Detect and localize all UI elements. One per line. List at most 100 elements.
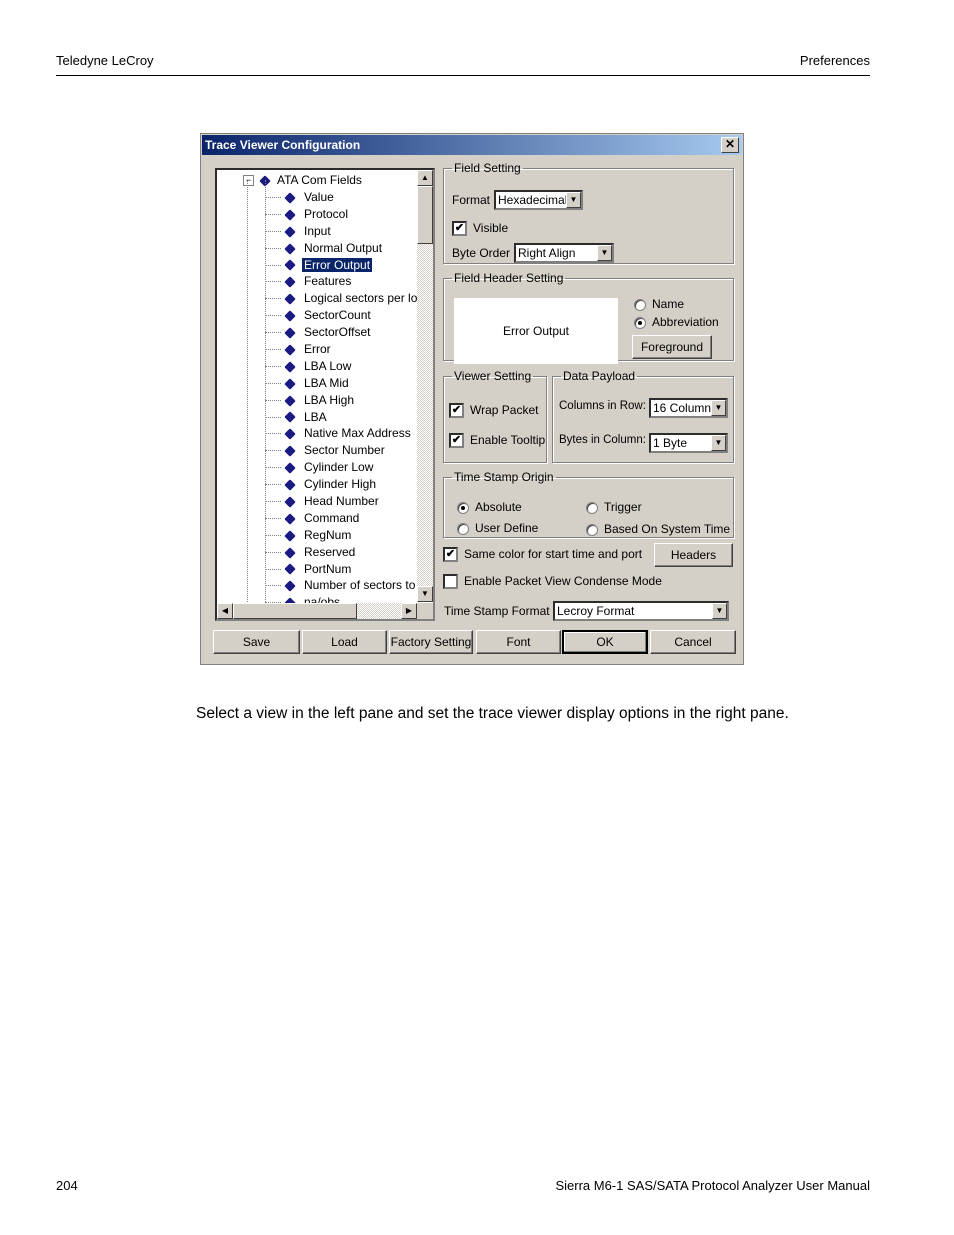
horizontal-scrollbar[interactable]: ◀ ▶ xyxy=(217,603,417,619)
factory-setting-button[interactable]: Factory Setting xyxy=(389,630,473,654)
byte-order-select[interactable]: Right Align ▼ xyxy=(514,243,614,263)
user-define-radio[interactable]: User Define xyxy=(457,521,538,535)
time-stamp-origin-group: Time Stamp Origin Absolute Trigger User … xyxy=(443,470,734,538)
wrap-packet-checkbox[interactable]: ✔ Wrap Packet xyxy=(449,403,545,419)
cancel-button[interactable]: Cancel xyxy=(650,630,736,654)
tree-item[interactable]: Logical sectors per logi xyxy=(265,290,429,307)
bytes-in-column-select[interactable]: 1 Byte ▼ xyxy=(649,433,728,453)
based-on-system-time-radio[interactable]: Based On System Time xyxy=(586,522,730,536)
font-button[interactable]: Font xyxy=(476,630,561,654)
tree-item[interactable]: Command xyxy=(265,510,429,527)
tree-item[interactable]: LBA xyxy=(265,409,429,426)
close-icon[interactable]: ✕ xyxy=(721,137,739,153)
same-color-label: Same color for start time and port xyxy=(464,547,643,561)
enable-tooltips-check-icon[interactable]: ✔ xyxy=(449,433,464,449)
manual-title: Sierra M6-1 SAS/SATA Protocol Analyzer U… xyxy=(555,1178,870,1193)
vertical-scrollbar[interactable]: ▲ ▼ xyxy=(417,170,433,602)
field-header-preview: Error Output xyxy=(454,298,618,364)
tree-item-label: Error xyxy=(304,342,331,357)
tree-item[interactable]: RegNum xyxy=(265,527,429,544)
collapse-icon[interactable]: − xyxy=(243,175,254,187)
radio-icon[interactable] xyxy=(586,523,598,536)
tree-item-label: LBA High xyxy=(304,392,355,407)
tree-item[interactable]: SectorCount xyxy=(265,307,429,324)
tree-root[interactable]: − ATA Com Fields xyxy=(243,172,362,189)
tree-item[interactable]: Value xyxy=(265,189,429,206)
chevron-down-icon[interactable]: ▼ xyxy=(597,245,612,261)
tree-item[interactable]: Normal Output xyxy=(265,240,429,257)
tree-item[interactable]: Cylinder High xyxy=(265,476,429,493)
radio-selected-icon[interactable] xyxy=(457,501,469,514)
tree-item[interactable]: Input xyxy=(265,223,429,240)
field-icon xyxy=(284,496,296,508)
chevron-down-icon[interactable]: ▼ xyxy=(566,192,581,208)
tree-item[interactable]: LBA High xyxy=(265,392,429,409)
tree-root-label: ATA Com Fields xyxy=(277,173,362,187)
foreground-button[interactable]: Foreground xyxy=(632,335,712,359)
tree-item[interactable]: Error Output xyxy=(265,256,429,274)
field-icon xyxy=(284,276,296,288)
condense-mode-check-icon[interactable] xyxy=(443,574,458,590)
enable-tooltips-checkbox[interactable]: ✔ Enable Tooltips xyxy=(449,433,545,449)
load-button[interactable]: Load xyxy=(302,630,387,654)
tree-item[interactable]: LBA Low xyxy=(265,358,429,375)
scroll-left-icon[interactable]: ◀ xyxy=(217,603,233,619)
wrap-packet-check-icon[interactable]: ✔ xyxy=(449,403,464,419)
scroll-right-icon[interactable]: ▶ xyxy=(401,603,417,619)
same-color-check-icon[interactable]: ✔ xyxy=(443,547,458,563)
tree-item[interactable]: PortNum xyxy=(265,561,429,578)
columns-in-row-select[interactable]: 16 Column ▼ xyxy=(649,398,728,418)
field-icon xyxy=(284,327,296,339)
tree-item[interactable]: Protocol xyxy=(265,206,429,223)
radio-selected-icon[interactable] xyxy=(634,316,646,329)
scroll-down-icon[interactable]: ▼ xyxy=(417,586,433,602)
time-stamp-format-select[interactable]: Lecroy Format ▼ xyxy=(553,601,729,621)
page-header-right: Preferences xyxy=(799,53,870,68)
name-radio[interactable]: Name xyxy=(634,297,684,311)
columns-in-row-label: Columns in Row: xyxy=(559,400,646,412)
tree-item[interactable]: LBA Mid xyxy=(265,375,429,392)
tree-item[interactable]: Sector Number xyxy=(265,442,429,459)
visible-check-icon[interactable]: ✔ xyxy=(452,221,467,237)
trace-viewer-configuration-dialog: Trace Viewer Configuration ✕ − ATA Com Fi… xyxy=(200,133,744,665)
radio-icon[interactable] xyxy=(457,522,469,535)
tree-item[interactable]: Number of sectors to b xyxy=(265,577,429,594)
same-color-checkbox[interactable]: ✔ Same color for start time and port xyxy=(443,547,643,563)
field-icon xyxy=(284,242,296,255)
enable-tooltips-label: Enable Tooltips xyxy=(470,433,545,447)
tree-item[interactable]: SectorOffset xyxy=(265,324,429,341)
tree-item[interactable]: Cylinder Low xyxy=(265,459,429,476)
vertical-scroll-thumb[interactable] xyxy=(417,186,433,244)
tree-item[interactable]: Error xyxy=(265,341,429,358)
field-icon xyxy=(284,361,296,373)
horizontal-scroll-thumb[interactable] xyxy=(233,603,357,619)
scroll-up-icon[interactable]: ▲ xyxy=(417,170,433,186)
chevron-down-icon[interactable]: ▼ xyxy=(712,603,727,619)
absolute-radio[interactable]: Absolute xyxy=(457,500,522,514)
field-tree[interactable]: − ATA Com Fields Value Protocol Input Normal… xyxy=(215,168,435,621)
tree-item-label: Head Number xyxy=(304,494,379,509)
format-select[interactable]: Hexadecimal ▼ xyxy=(494,190,583,210)
tree-guide-line xyxy=(247,180,248,619)
chevron-down-icon[interactable]: ▼ xyxy=(711,435,726,451)
tree-item-label: Features xyxy=(304,274,352,289)
condense-mode-checkbox[interactable]: Enable Packet View Condense Mode xyxy=(443,574,662,590)
tree-item[interactable]: Native Max Address xyxy=(265,425,429,442)
condense-mode-label: Enable Packet View Condense Mode xyxy=(464,574,662,588)
trigger-radio[interactable]: Trigger xyxy=(586,500,642,514)
tree-item[interactable]: Reserved xyxy=(265,544,429,561)
field-icon xyxy=(284,310,296,322)
ok-button[interactable]: OK xyxy=(562,630,648,654)
save-button[interactable]: Save xyxy=(213,630,300,654)
abbreviation-radio[interactable]: Abbreviation xyxy=(634,315,719,329)
tree-item[interactable]: Head Number xyxy=(265,493,429,510)
field-icon xyxy=(284,293,296,305)
tree-item[interactable]: Features xyxy=(265,273,429,290)
visible-checkbox[interactable]: ✔ Visible xyxy=(452,221,508,237)
tree-item-label: Normal Output xyxy=(304,240,383,255)
radio-icon[interactable] xyxy=(586,501,598,514)
field-setting-group: Field Setting Format Hexadecimal ▼ ✔ Visi… xyxy=(443,161,734,264)
radio-icon[interactable] xyxy=(634,298,646,311)
chevron-down-icon[interactable]: ▼ xyxy=(711,400,726,416)
headers-button[interactable]: Headers xyxy=(654,543,733,567)
